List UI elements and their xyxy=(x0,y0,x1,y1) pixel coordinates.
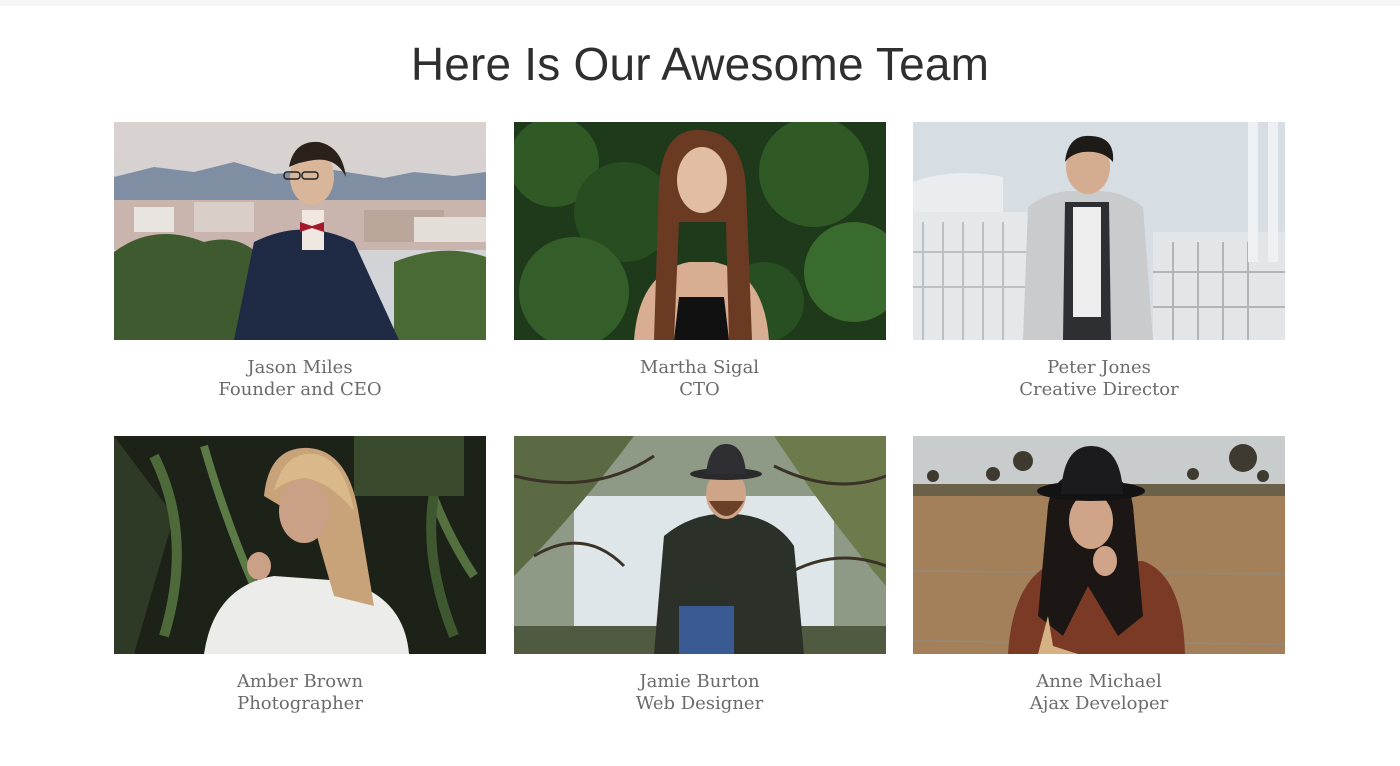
member-role: Founder and CEO xyxy=(218,379,382,400)
team-member-card[interactable]: Amber Brown Photographer xyxy=(114,436,486,714)
member-role: Web Designer xyxy=(635,693,764,714)
team-member-card[interactable]: Jamie Burton Web Designer xyxy=(513,436,886,715)
member-role: Creative Director xyxy=(1019,379,1179,400)
member-caption: Anne Michael Ajax Developer xyxy=(913,671,1285,715)
team-member-card[interactable]: Jason Miles Founder and CEO xyxy=(114,122,486,400)
member-photo xyxy=(913,436,1285,654)
team-member-card[interactable]: Peter Jones Creative Director xyxy=(913,122,1285,400)
member-name: Martha Sigal xyxy=(639,357,760,378)
member-role: Ajax Developer xyxy=(1029,693,1169,714)
member-caption: Amber Brown Photographer xyxy=(114,671,486,715)
team-grid: Jason Miles Founder and CEO Martha Sigal xyxy=(114,122,1285,714)
member-caption: Jason Miles Founder and CEO xyxy=(114,357,486,401)
member-photo xyxy=(513,122,886,340)
member-role: Photographer xyxy=(237,693,363,714)
member-name: Amber Brown xyxy=(236,671,364,692)
top-bar xyxy=(0,0,1400,6)
member-name: Jamie Burton xyxy=(639,671,760,692)
member-role: CTO xyxy=(679,379,720,400)
member-photo xyxy=(513,436,886,654)
member-caption: Peter Jones Creative Director xyxy=(913,357,1285,401)
team-member-card[interactable]: Martha Sigal CTO xyxy=(513,122,886,401)
member-name: Jason Miles xyxy=(247,357,353,378)
page-title: Here Is Our Awesome Team xyxy=(410,38,990,90)
member-photo xyxy=(913,122,1285,340)
member-caption: Jamie Burton Web Designer xyxy=(514,671,886,715)
team-member-card[interactable]: Anne Michael Ajax Developer xyxy=(913,436,1285,714)
member-caption: Martha Sigal CTO xyxy=(514,357,886,401)
member-photo xyxy=(114,436,486,654)
member-name: Anne Michael xyxy=(1036,671,1162,692)
member-photo xyxy=(114,122,486,340)
member-name: Peter Jones xyxy=(1047,357,1151,378)
